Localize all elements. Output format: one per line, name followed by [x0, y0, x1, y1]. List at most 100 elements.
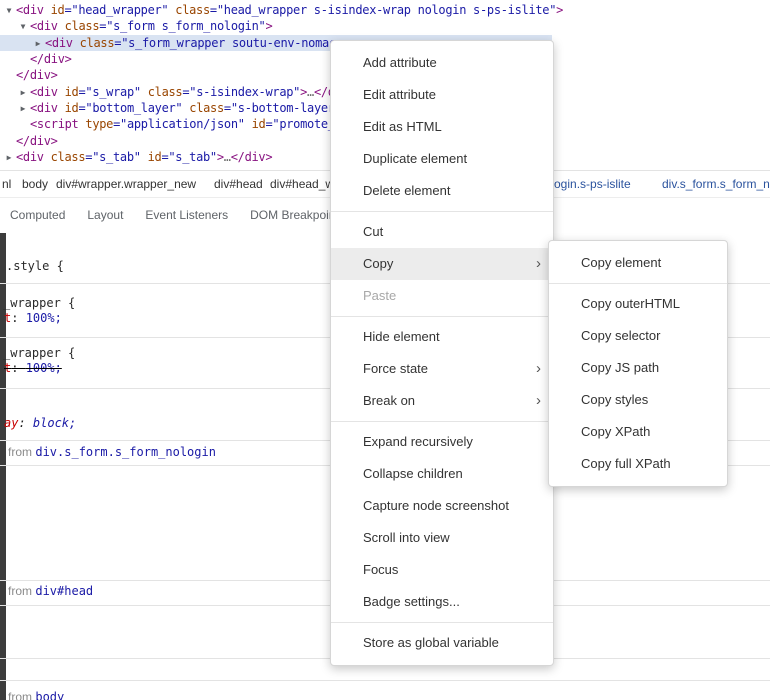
arrow-down-icon[interactable]: ▼: [3, 3, 15, 19]
code-token: <div: [30, 101, 58, 115]
menu-item-label: Duplicate element: [363, 151, 467, 166]
menu-item-copy-selector[interactable]: Copy selector: [549, 320, 727, 352]
menu-item-copy-styles[interactable]: Copy styles: [549, 384, 727, 416]
menu-item-copy-outerhtml[interactable]: Copy outerHTML: [549, 288, 727, 320]
breadcrumb-item[interactable]: body: [22, 177, 48, 191]
menu-item-badge-settings[interactable]: Badge settings...: [331, 586, 553, 618]
code-token: <div: [30, 19, 58, 33]
code-token: class: [58, 19, 100, 33]
css-token: 100%;: [26, 361, 62, 375]
code-token: …: [224, 150, 231, 164]
menu-item-label: Focus: [363, 562, 398, 577]
menu-item-label: Copy JS path: [581, 360, 659, 375]
css-token: from: [8, 690, 35, 700]
code-token: >: [556, 3, 563, 17]
submenu-arrow-icon: ›: [536, 385, 541, 417]
breadcrumb-item[interactable]: div#head_w: [270, 177, 334, 191]
menu-item-delete-element[interactable]: Delete element: [331, 175, 553, 207]
menu-item-add-attribute[interactable]: Add attribute: [331, 47, 553, 79]
menu-item-label: Hide element: [363, 329, 440, 344]
menu-separator: [331, 421, 553, 422]
arrow-right-icon[interactable]: ▶: [32, 36, 44, 52]
code-token: </div>: [16, 68, 58, 82]
code-token: </div>: [30, 52, 72, 66]
css-rule-fragment[interactable]: t: 100%;: [4, 361, 62, 375]
menu-item-label: Copy styles: [581, 392, 648, 407]
css-token: .style {: [6, 259, 64, 273]
css-rule-fragment[interactable]: _wrapper {: [3, 346, 75, 360]
inherited-from-label: from div.s_form.s_form_nologin: [8, 445, 216, 459]
breadcrumb-item[interactable]: div#head: [214, 177, 263, 191]
arrow-right-icon[interactable]: ▶: [17, 85, 29, 101]
code-token: <div: [16, 150, 44, 164]
css-rule-fragment[interactable]: .style {: [6, 259, 64, 273]
dom-tree-row[interactable]: ▼<div id="head_wrapper" class="head_wrap…: [0, 2, 770, 18]
css-rule-fragment[interactable]: t: 100%;: [4, 311, 62, 325]
menu-item-label: Cut: [363, 224, 383, 239]
menu-item-copy-element[interactable]: Copy element: [549, 247, 727, 279]
inherited-from-label: from body: [8, 690, 64, 700]
css-token: 100%;: [26, 311, 62, 325]
context-menu: Add attribute Edit attribute Edit as HTML D…: [330, 40, 554, 666]
menu-item-break-on[interactable]: Break on›: [331, 385, 553, 417]
tab-layout[interactable]: Layout: [87, 208, 123, 222]
menu-item-cut[interactable]: Cut: [331, 216, 553, 248]
menu-item-edit-as-html[interactable]: Edit as HTML: [331, 111, 553, 143]
css-token: from: [8, 584, 35, 598]
breadcrumb-item[interactable]: div#wrapper.wrapper_new: [56, 177, 196, 191]
breadcrumb-item[interactable]: ogin.s-ps-islite: [554, 177, 631, 191]
arrow-down-icon[interactable]: ▼: [17, 19, 29, 35]
css-token: _wrapper {: [3, 346, 75, 360]
menu-item-collapse-children[interactable]: Collapse children: [331, 458, 553, 490]
menu-item-label: Force state: [363, 361, 428, 376]
menu-item-edit-attribute[interactable]: Edit attribute: [331, 79, 553, 111]
arrow-right-icon[interactable]: ▶: [3, 150, 15, 166]
menu-item-label: Copy selector: [581, 328, 660, 343]
code-token: <div: [45, 36, 73, 50]
menu-item-expand-recursively[interactable]: Expand recursively: [331, 426, 553, 458]
inherited-from-label: from div#head: [8, 584, 93, 598]
menu-item-label: Scroll into view: [363, 530, 450, 545]
css-token: :: [18, 416, 32, 430]
menu-item-hide-element[interactable]: Hide element: [331, 321, 553, 353]
menu-item-label: Collapse children: [363, 466, 463, 481]
code-token: ="s_wrap": [78, 85, 140, 99]
tab-computed[interactable]: Computed: [10, 208, 65, 222]
menu-item-scroll-into-view[interactable]: Scroll into view: [331, 522, 553, 554]
code-token: id: [58, 85, 79, 99]
menu-item-label: Edit attribute: [363, 87, 436, 102]
breadcrumb-item[interactable]: nl: [2, 177, 11, 191]
code-token: id: [141, 150, 162, 164]
menu-item-paste[interactable]: Paste: [331, 280, 553, 312]
menu-item-capture-node-screenshot[interactable]: Capture node screenshot: [331, 490, 553, 522]
menu-item-store-as-global-variable[interactable]: Store as global variable: [331, 627, 553, 659]
css-rule-fragment[interactable]: _wrapper {: [3, 296, 75, 310]
tab-event-listeners[interactable]: Event Listeners: [145, 208, 228, 222]
menu-item-copy-js-path[interactable]: Copy JS path: [549, 352, 727, 384]
code-token: >: [217, 150, 224, 164]
menu-item-force-state[interactable]: Force state›: [331, 353, 553, 385]
devtools-window: { "colors":{ "tag":"#881280","attr_name"…: [0, 0, 770, 700]
menu-separator: [549, 283, 727, 284]
menu-item-copy[interactable]: Copy›: [331, 248, 553, 280]
menu-item-copy-xpath[interactable]: Copy XPath: [549, 416, 727, 448]
menu-item-duplicate-element[interactable]: Duplicate element: [331, 143, 553, 175]
node-link[interactable]: div.s_form.s_form_nologin: [35, 445, 216, 459]
css-token: _wrapper {: [3, 296, 75, 310]
code-token: ="head_wrapper": [64, 3, 168, 17]
code-token: ="head_wrapper s-isindex-wrap nologin s-…: [210, 3, 556, 17]
node-link[interactable]: body: [35, 690, 64, 700]
dom-tree-row[interactable]: ▼<div class="s_form s_form_nologin">: [0, 18, 770, 34]
code-token: <script: [30, 117, 78, 131]
node-link[interactable]: div#head: [35, 584, 93, 598]
code-token: >: [265, 19, 272, 33]
menu-item-label: Edit as HTML: [363, 119, 442, 134]
menu-item-copy-full-xpath[interactable]: Copy full XPath: [549, 448, 727, 480]
breadcrumb-item[interactable]: div.s_form.s_form_nolog: [662, 177, 770, 191]
code-token: ="s_tab": [85, 150, 140, 164]
css-rule-fragment[interactable]: ay: block;: [4, 416, 76, 430]
arrow-right-icon[interactable]: ▶: [17, 101, 29, 117]
menu-item-focus[interactable]: Focus: [331, 554, 553, 586]
menu-separator: [331, 622, 553, 623]
code-token: class: [44, 150, 86, 164]
